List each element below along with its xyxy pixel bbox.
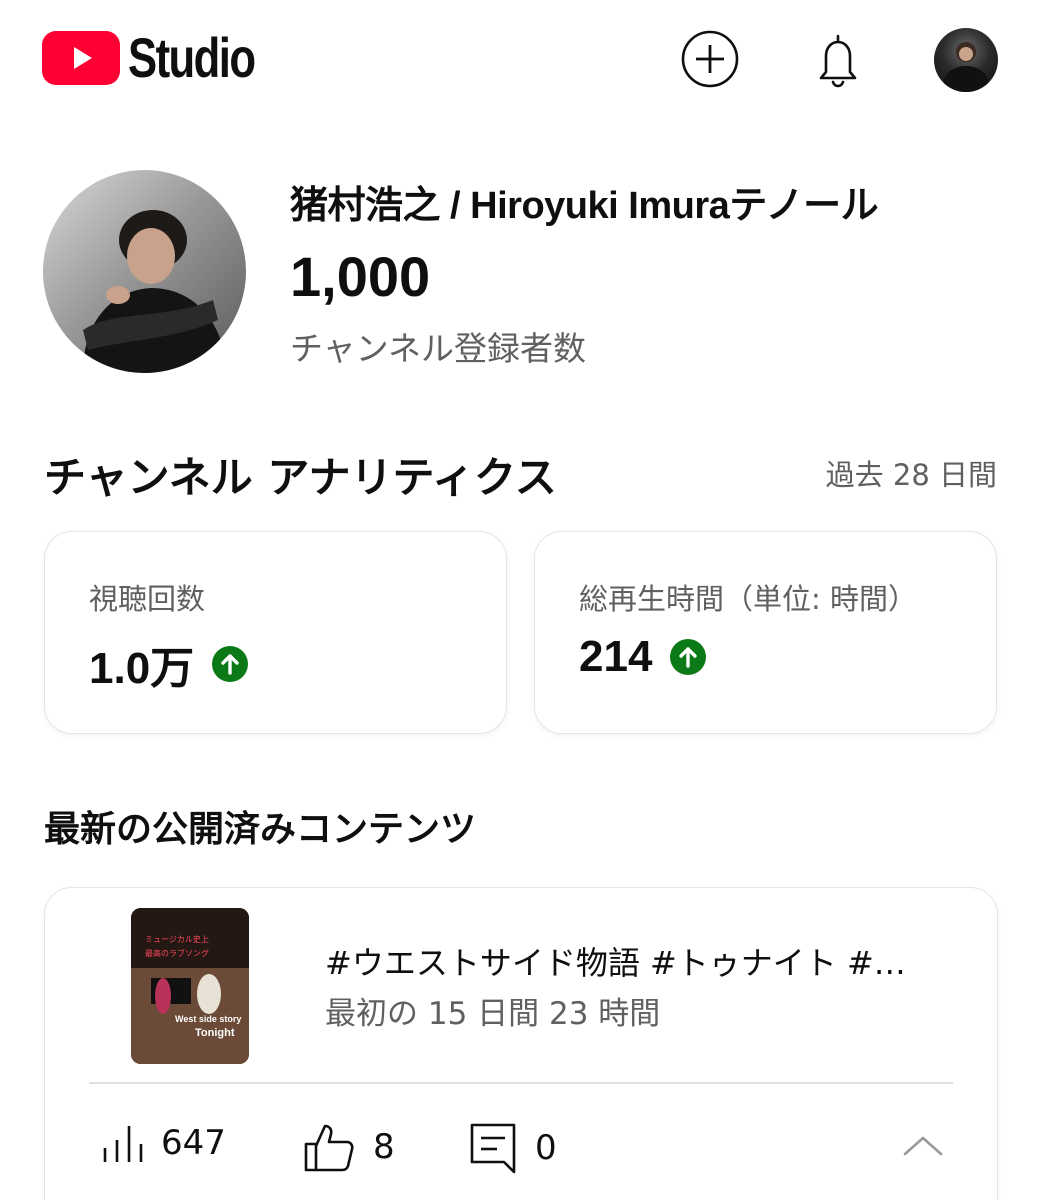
watch-time-label: 総再生時間（単位: 時間） — [579, 582, 917, 616]
bar-chart-icon — [103, 1126, 143, 1162]
likes-stat: 8 — [303, 1122, 395, 1172]
subscriber-count: 1,000 — [290, 245, 431, 308]
video-title[interactable]: #ウエストサイド物語 #トゥナイト #… — [325, 938, 945, 984]
top-bar: Studio — [0, 0, 1041, 120]
subscriber-label: チャンネル登録者数 — [290, 329, 587, 368]
create-icon — [681, 30, 739, 88]
likes-count: 8 — [373, 1127, 395, 1167]
views-count: 647 — [161, 1123, 226, 1163]
views-label: 視聴回数 — [89, 582, 206, 616]
comment-icon — [470, 1123, 516, 1174]
watch-time-value: 214 — [579, 632, 653, 681]
create-button[interactable] — [679, 28, 741, 90]
latest-video-card[interactable]: ミュージカル史上 最高のラブソング West side story Tonigh… — [44, 887, 998, 1200]
views-stat: 647 — [101, 1122, 226, 1164]
latest-content-title: 最新の公開済みコンテンツ — [44, 809, 477, 850]
analytics-title: チャンネル アナリティクス — [44, 453, 557, 502]
chevron-up-icon[interactable] — [901, 1132, 945, 1158]
video-thumbnail[interactable]: ミュージカル史上 最高のラブソング West side story Tonigh… — [131, 908, 249, 1064]
youtube-play-icon — [42, 31, 120, 85]
comments-stat: 0 — [469, 1122, 557, 1174]
bell-icon — [819, 34, 857, 88]
analytics-period: 過去 28 日間 — [825, 458, 997, 492]
trend-up-icon — [670, 639, 707, 675]
channel-name: 猪村浩之 / Hiroyuki Imuraテノール — [290, 185, 879, 227]
thumbs-up-icon — [304, 1124, 354, 1172]
youtube-studio-logo[interactable]: Studio — [42, 30, 290, 86]
channel-header: 猪村浩之 / Hiroyuki Imuraテノール 1,000 チャンネル登録者… — [0, 170, 1041, 380]
thumbnail-text-en1: West side story — [175, 1014, 241, 1024]
account-avatar[interactable] — [934, 28, 998, 92]
views-value: 1.0万 — [89, 644, 195, 693]
studio-dashboard: Studio 猪村浩之 / Hiroyuki Imuraテノール 1,000 チ… — [0, 0, 1041, 1200]
watch-time-card[interactable]: 総再生時間（単位: 時間） 214 — [534, 531, 997, 734]
views-value-row: 1.0万 — [89, 632, 249, 696]
notifications-button[interactable] — [807, 28, 869, 90]
thumbnail-text-top: ミュージカル史上 — [145, 934, 209, 944]
studio-wordmark: Studio — [128, 26, 256, 89]
trend-up-icon — [212, 646, 249, 682]
watch-time-value-row: 214 — [579, 632, 707, 682]
channel-avatar[interactable] — [43, 170, 246, 373]
comments-count: 0 — [535, 1128, 557, 1168]
views-card[interactable]: 視聴回数 1.0万 — [44, 531, 507, 734]
video-time-window: 最初の 15 日間 23 時間 — [325, 996, 661, 1032]
thumbnail-text-mid: 最高のラブソング — [145, 948, 209, 958]
divider — [89, 1082, 953, 1084]
thumbnail-text-en2: Tonight — [195, 1027, 235, 1039]
